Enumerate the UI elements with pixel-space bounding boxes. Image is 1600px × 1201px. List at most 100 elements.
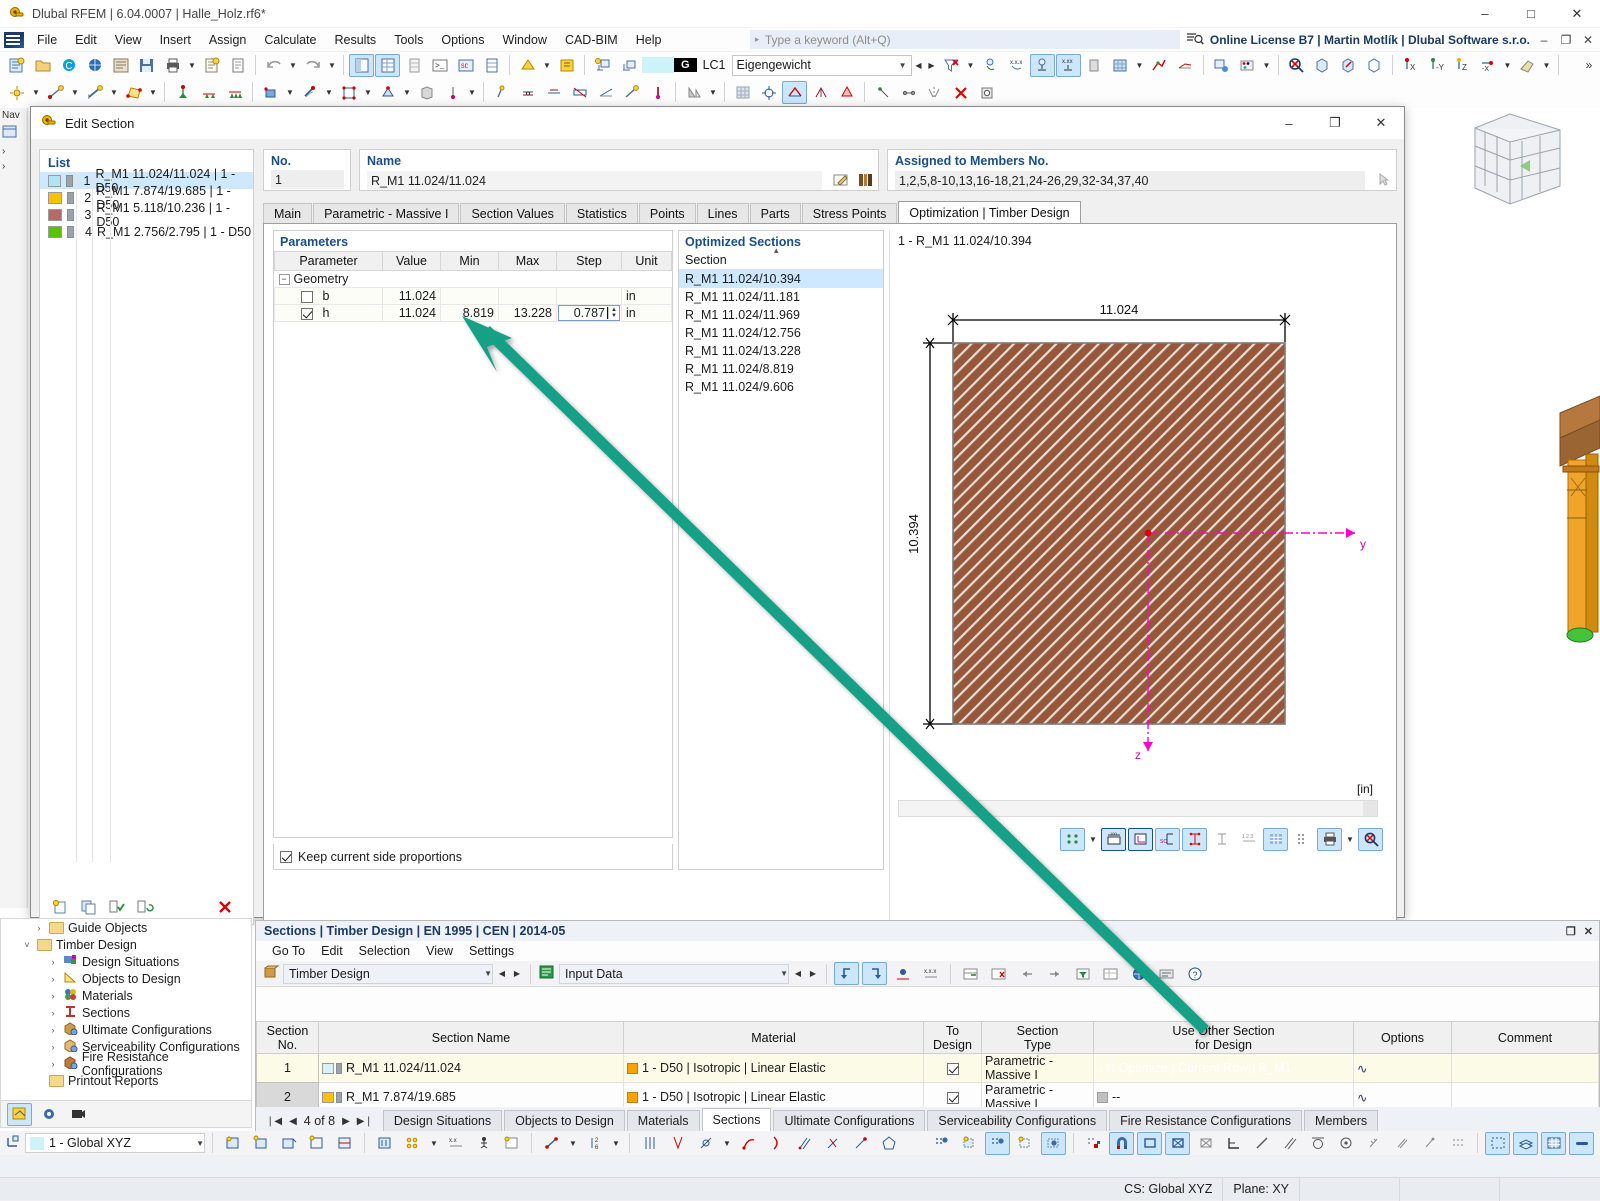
keyword-search-input[interactable]: Type a keyword (Alt+Q) (749, 30, 1180, 49)
move-left-icon[interactable] (1014, 962, 1039, 985)
nodes-snap-icon[interactable] (400, 1132, 425, 1155)
dimension-icon[interactable] (896, 81, 921, 104)
cell-material[interactable]: 1 - D50 | Isotropic | Linear Elastic (623, 1053, 924, 1083)
viewer-axes-icon[interactable] (1128, 827, 1153, 851)
optimized-section-row-5[interactable]: R_M1 11.024/13.228 (679, 342, 883, 360)
tab-parts[interactable]: Parts (749, 203, 801, 224)
object-snap-icon[interactable] (276, 1132, 301, 1155)
menu-assign[interactable]: Assign (200, 31, 256, 49)
polygon-icon[interactable] (876, 1132, 901, 1155)
view-y-icon[interactable]: -Y (1424, 54, 1449, 77)
chevron-right-icon[interactable]: › (47, 1042, 59, 1052)
show-loads-icon[interactable] (590, 54, 615, 77)
line-draw-dropdown-icon[interactable]: ▼ (567, 1132, 579, 1155)
viewer-stress-points-icon[interactable] (1182, 827, 1207, 851)
to-design-checkbox[interactable] (946, 1062, 959, 1075)
keep-proportions-checkbox[interactable] (280, 850, 292, 863)
viewer-mesh-icon[interactable] (1290, 828, 1315, 851)
navigator-expand-icon[interactable]: › (0, 144, 27, 159)
nodal-load-dropdown-icon[interactable]: ▼ (284, 81, 296, 104)
optimized-section-row-4[interactable]: R_M1 11.024/12.756 (679, 324, 883, 342)
parameter-row-b[interactable]: b 11.024 in (274, 287, 672, 305)
new-section-icon[interactable] (48, 895, 73, 918)
table-side-icon[interactable] (401, 54, 426, 77)
viewer-print-icon[interactable] (1317, 827, 1342, 851)
arc2-icon[interactable] (764, 1132, 789, 1155)
navigator-collapsed-strip[interactable]: Nav › › (0, 108, 28, 908)
table-row[interactable]: 2 R_M1 7.874/19.685 1 - D50 | Isotropic … (256, 1082, 1599, 1107)
table-settings-icon[interactable] (1154, 962, 1179, 985)
pick-members-icon[interactable] (1371, 168, 1396, 191)
divide-line-icon[interactable]: 26 (582, 1132, 607, 1155)
tab-stress-points[interactable]: Stress Points (801, 203, 898, 224)
render-model-icon[interactable] (515, 54, 540, 77)
viewer-points-icon[interactable] (1060, 827, 1085, 851)
free-load-dropdown-icon[interactable]: ▼ (401, 81, 413, 104)
undo-icon[interactable] (261, 54, 286, 77)
dialog-minimize-button[interactable]: – (1266, 107, 1312, 139)
project-navigator-tree[interactable]: › Guide Objects ˅ Timber Design › Design… (0, 918, 252, 1103)
select-all-icon[interactable] (104, 895, 129, 918)
tree-item-design-situations[interactable]: › Design Situations (1, 953, 251, 970)
pager-first-button[interactable]: ❘◀ (266, 1116, 282, 1127)
member-load-pin-icon[interactable] (645, 81, 670, 104)
member-eccentricity-icon[interactable] (541, 81, 566, 104)
snap-grid-icon[interactable] (985, 1131, 1010, 1155)
navigator-icon[interactable] (0, 123, 27, 144)
new-surface-icon[interactable] (121, 81, 146, 104)
corner-snap-icon[interactable] (1221, 1132, 1246, 1155)
grid-view-icon[interactable] (1108, 54, 1133, 77)
grid-dropdown-icon[interactable]: ▼ (1134, 54, 1146, 77)
optimized-section-row-6[interactable]: R_M1 11.024/8.819 (679, 360, 883, 378)
tab-lines[interactable]: Lines (696, 203, 749, 224)
extend-icon[interactable] (848, 1132, 873, 1155)
values-xxx-icon[interactable]: x.x.x (918, 962, 943, 985)
arc-icon[interactable] (736, 1132, 761, 1155)
loadcase-next-icon[interactable]: ▶ (926, 54, 938, 77)
view-negx-icon[interactable]: -X (1476, 54, 1501, 77)
tree-item-sections[interactable]: › Sections (1, 1004, 251, 1021)
angle-lines-icon[interactable] (665, 1132, 690, 1155)
optimized-section-row-7[interactable]: R_M1 11.024/9.606 (679, 378, 883, 396)
cell-section-name[interactable]: R_M1 7.874/19.685 (318, 1082, 624, 1107)
spray2-icon[interactable] (1389, 1132, 1414, 1155)
cloud-icon[interactable]: C (56, 54, 81, 77)
print-dropdown-icon[interactable]: ▼ (186, 54, 198, 77)
table-menu-go-to[interactable]: Go To (264, 943, 313, 959)
undo-dropdown-icon[interactable]: ▼ (287, 54, 299, 77)
layers-icon[interactable] (1513, 1131, 1538, 1155)
center-snap-icon[interactable] (1333, 1132, 1358, 1155)
mesh-settings-icon[interactable] (756, 81, 781, 104)
param-b-value[interactable]: 11.024 (382, 287, 441, 305)
chevron-right-icon[interactable]: › (33, 923, 45, 933)
tree-item-ultimate-configurations[interactable]: › Ultimate Configurations (1, 1021, 251, 1038)
line-load-dropdown-icon[interactable]: ▼ (323, 81, 335, 104)
nodal-support-icon[interactable] (170, 81, 195, 104)
grid-snap-icon[interactable] (248, 1132, 273, 1155)
chevron-down-icon[interactable]: ˅ (21, 940, 33, 950)
internal-forces-icon[interactable] (808, 81, 833, 104)
object-grid-icon[interactable] (1081, 1132, 1106, 1155)
printout-add-icon[interactable] (1209, 54, 1234, 77)
printout-report-icon[interactable] (199, 54, 224, 77)
line-dropdown-icon[interactable]: ▼ (69, 81, 81, 104)
table-globe-icon[interactable] (1126, 962, 1151, 985)
member-support-icon[interactable] (619, 81, 644, 104)
table-tab-members[interactable]: Members (1304, 1110, 1379, 1131)
cell-section-type[interactable]: Parametric - Massive I (981, 1082, 1094, 1107)
window-maximize-button[interactable]: □ (1508, 0, 1554, 28)
viewer-dimensions-icon[interactable]: 100 (1101, 827, 1126, 851)
chevron-down-icon[interactable]: ▼ (899, 61, 907, 70)
copy-section-icon[interactable] (76, 895, 101, 918)
jump-to-next-icon[interactable] (862, 962, 887, 985)
cell-comment[interactable] (1451, 1082, 1599, 1107)
cut-plane-icon[interactable] (332, 1132, 357, 1155)
chevron-down-icon[interactable]: ▼ (196, 1139, 204, 1148)
module-next-icon[interactable]: ▶ (511, 962, 523, 985)
param-h-value[interactable]: 11.024 (382, 304, 441, 322)
table-menu-selection[interactable]: Selection (351, 943, 418, 959)
view-snapshot-icon[interactable] (499, 1132, 524, 1155)
section-preview-viewer[interactable]: 1 - R_M1 11.024/10.394 11.024 10.394 y z… (889, 230, 1389, 920)
oblique-dropdown-icon[interactable]: ▼ (721, 1132, 733, 1155)
diagram2-icon[interactable] (1173, 54, 1198, 77)
